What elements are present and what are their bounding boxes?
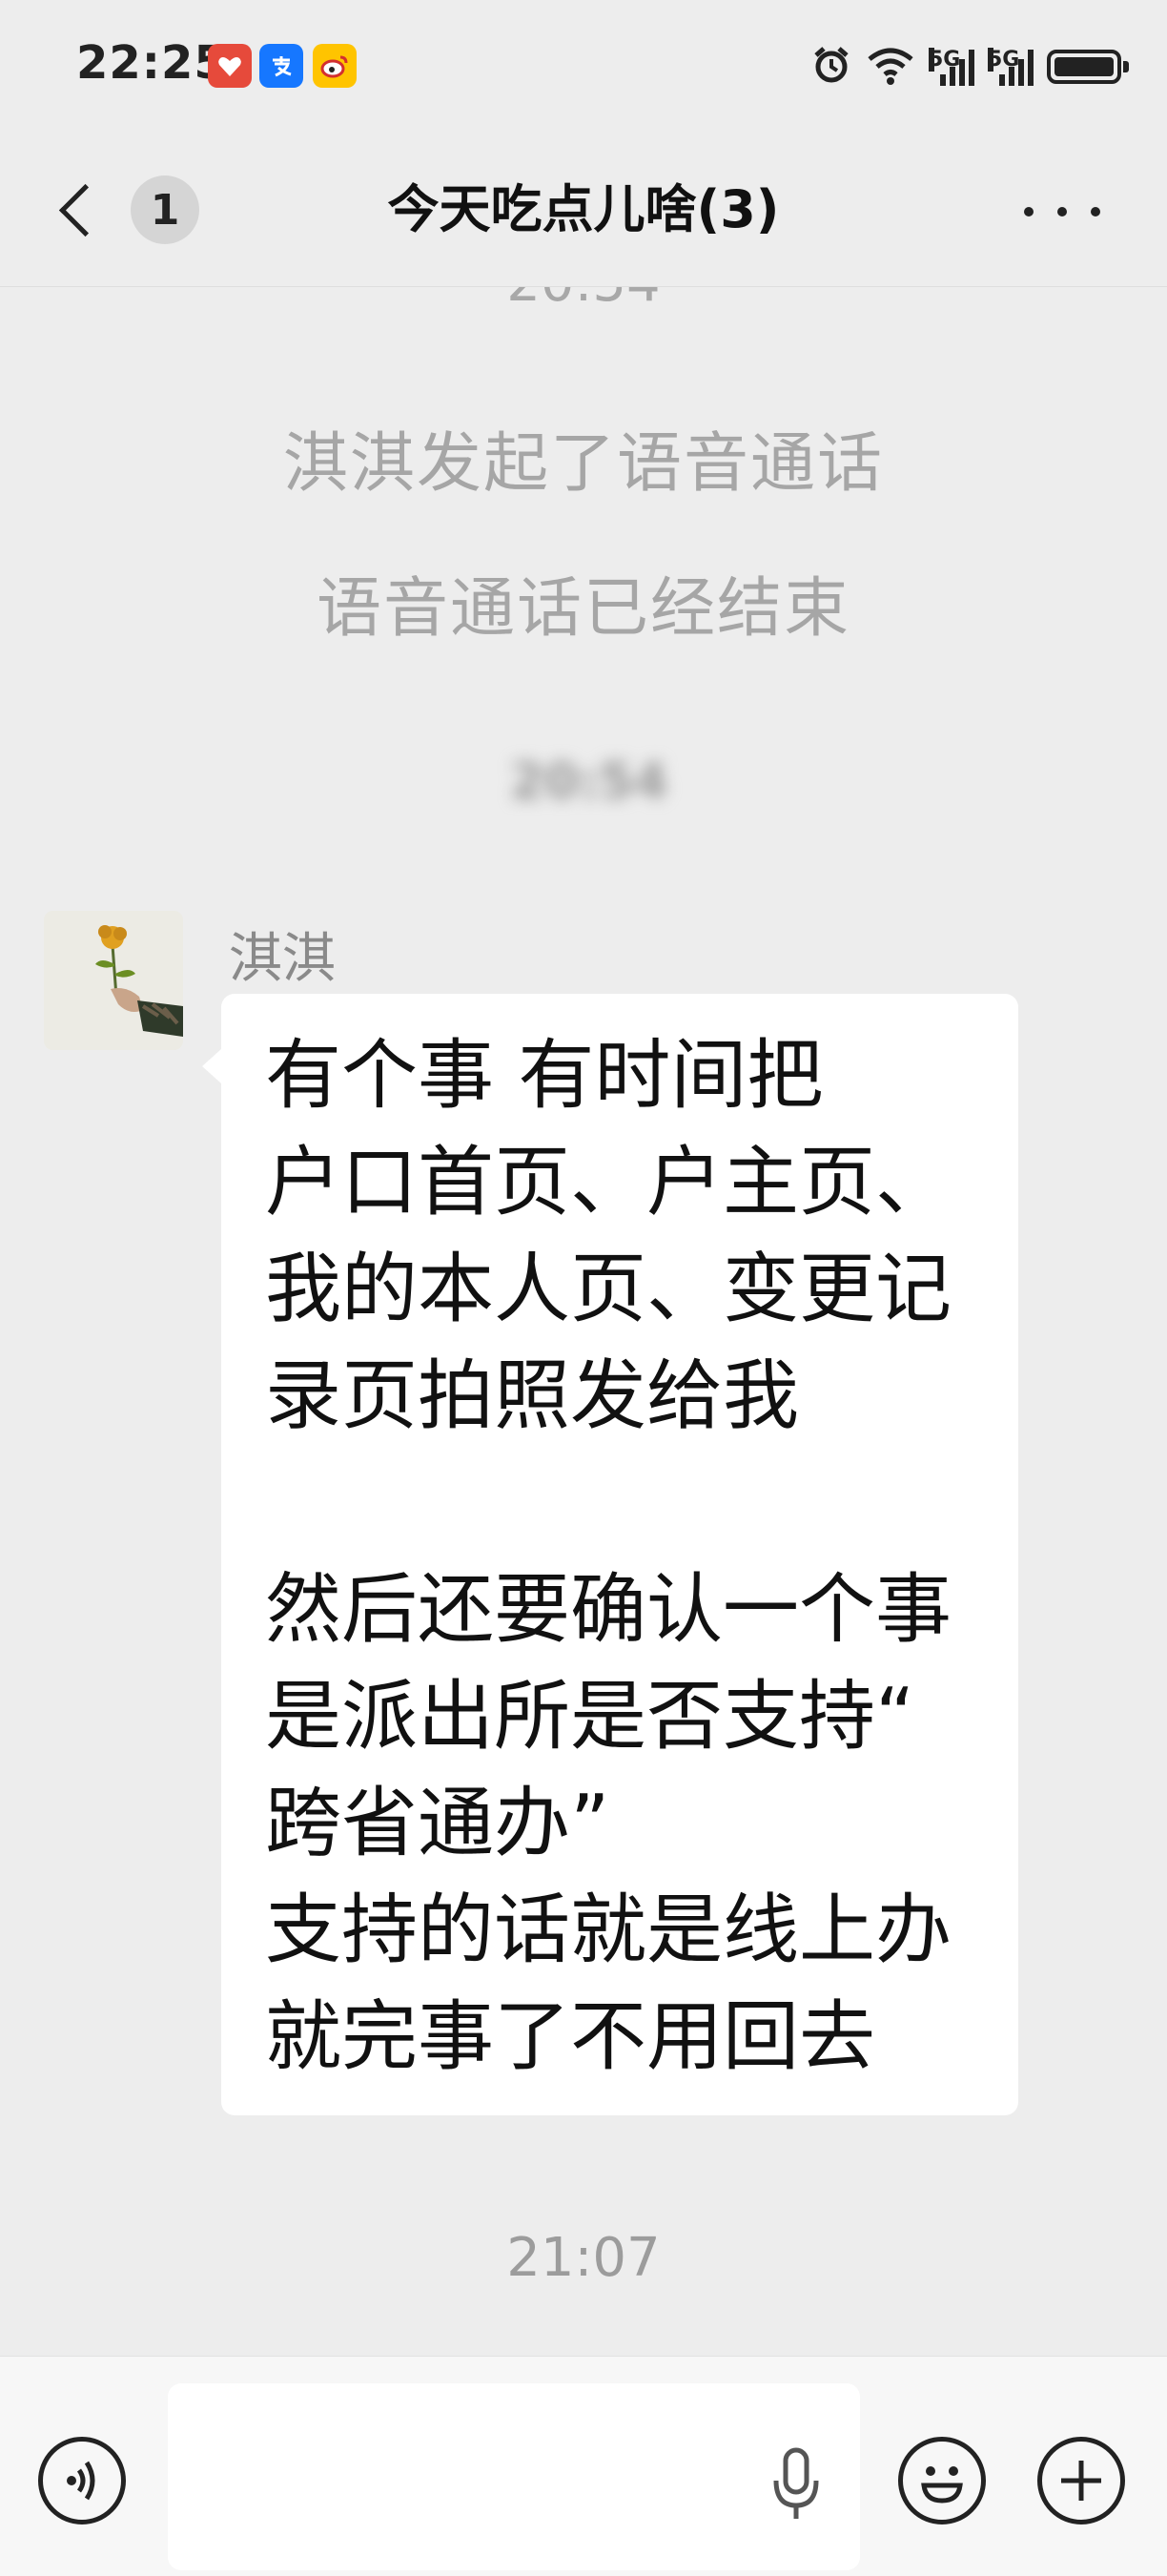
message-line: 我的本人页、变更记 (265, 1245, 952, 1333)
message-line: 就完事了不用回去 (265, 1992, 875, 2081)
plus-icon (1061, 2461, 1101, 2501)
status-bar: 22:25 5G 5G (0, 0, 1167, 134)
timestamp: 21:07 (506, 2227, 661, 2289)
signal-icon-2: 5G (988, 48, 1034, 86)
status-indicators: 5G 5G (810, 38, 1129, 95)
message-line: 是派出所是否支持“ (265, 1672, 915, 1761)
network-type-1: 5G (929, 48, 961, 72)
message-line: 户口首页、户主页、 (265, 1138, 952, 1226)
blurred-timestamp: 20:54 (510, 753, 668, 811)
message-line: 支持的话就是线上办 (265, 1886, 952, 1974)
battery-icon (1047, 50, 1129, 84)
weibo-icon (313, 44, 357, 88)
message-input[interactable] (168, 2383, 860, 2570)
message-line: 有个事 有时间把 (265, 1031, 824, 1120)
more-dot-icon (1024, 207, 1034, 216)
microphone-button[interactable] (763, 2442, 829, 2528)
more-dot-icon (1091, 207, 1100, 216)
timestamp: 20:54 (0, 286, 1167, 314)
voice-mode-button[interactable] (38, 2437, 126, 2524)
message-line: 然后还要确认一个事 (265, 1565, 952, 1654)
chat-header: 1 今天吃点儿啥(3) (0, 134, 1167, 287)
microphone-icon (773, 2447, 819, 2519)
pinduoduo-icon (208, 44, 252, 88)
alipay-icon (259, 44, 303, 88)
network-type-2: 5G (988, 48, 1020, 72)
input-bar (0, 2356, 1167, 2576)
message-line: 录页拍照发给我 (265, 1351, 799, 1440)
alarm-icon (810, 44, 852, 90)
signal-icon-1: 5G (929, 48, 974, 86)
more-dot-icon (1057, 207, 1067, 216)
message-line: 跨省通办” (265, 1779, 610, 1867)
system-message: 淇淇发起了语音通话 (282, 426, 884, 502)
system-message: 语音通话已经结束 (316, 571, 850, 647)
status-time: 22:25 (76, 36, 227, 90)
flower-avatar-icon (44, 911, 183, 1050)
sender-name: 淇淇 (229, 928, 336, 990)
emoji-button[interactable] (898, 2437, 986, 2524)
more-options-button[interactable] (1024, 193, 1100, 231)
smiley-icon (921, 2466, 963, 2504)
voice-wave-icon (67, 2461, 95, 2501)
chat-title: 今天吃点儿啥(3) (387, 179, 780, 239)
message-bubble[interactable]: 有个事 有时间把 户口首页、户主页、 我的本人页、变更记 录页拍照发给我 然后还… (202, 994, 1018, 2115)
avatar[interactable] (44, 911, 183, 1050)
more-functions-button[interactable] (1037, 2437, 1125, 2524)
wifi-icon (866, 44, 915, 90)
message-list[interactable]: 20:54 淇淇发起了语音通话 语音通话已经结束 20:54 淇淇 有个事 有时… (0, 286, 1167, 2356)
